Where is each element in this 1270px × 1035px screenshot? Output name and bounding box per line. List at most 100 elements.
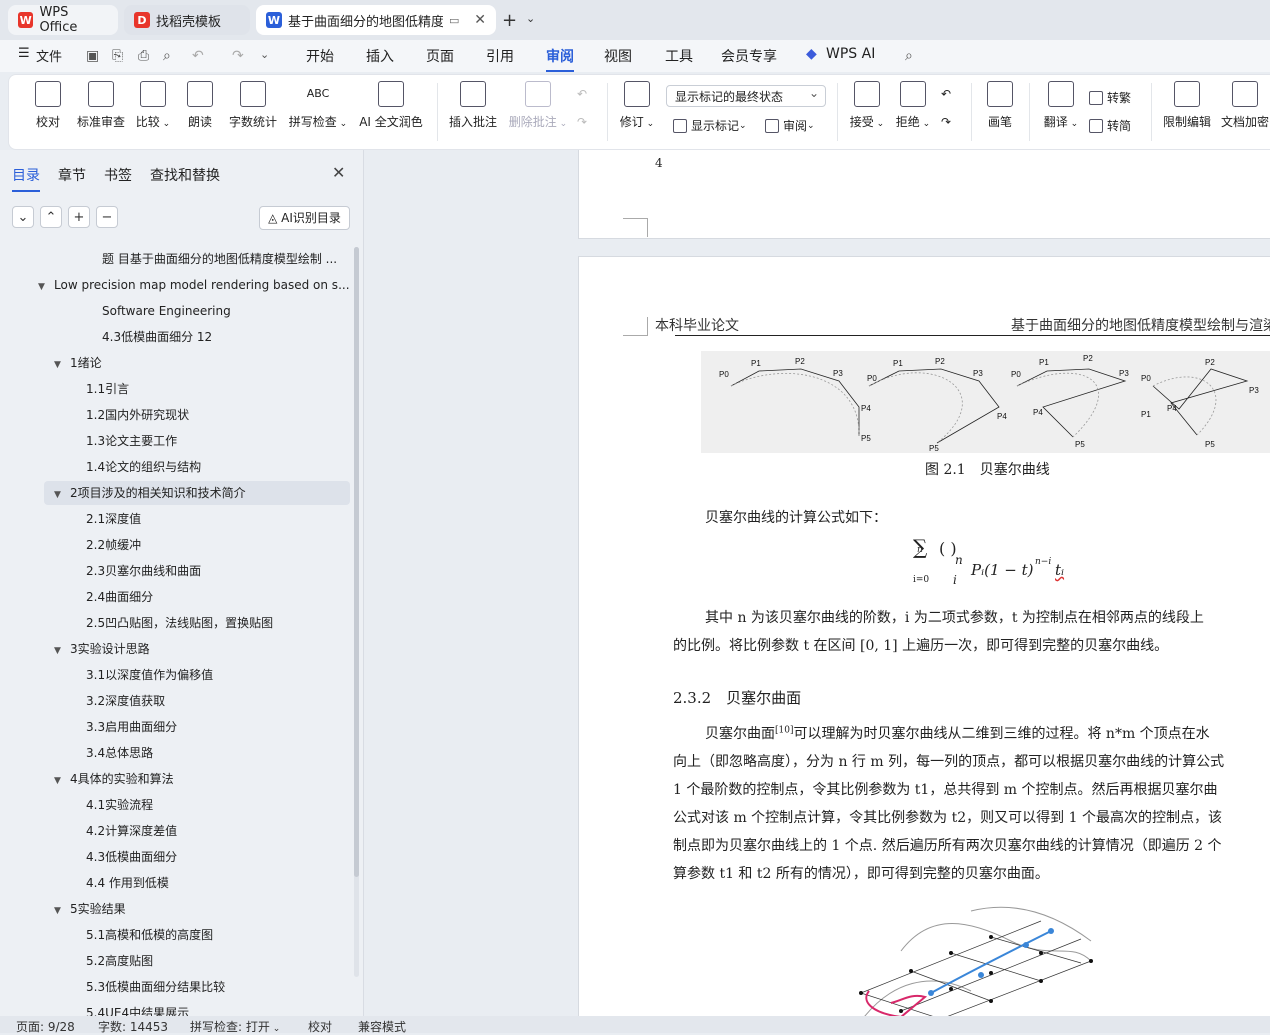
review-pane-button[interactable]: 审阅 ⌄ (765, 117, 815, 134)
translate-button[interactable]: 翻译 ⌄ (1041, 81, 1081, 130)
toc-item[interactable]: 5.3低模曲面细分结果比较 (86, 975, 350, 999)
toc-item[interactable]: Software Engineering (102, 299, 350, 323)
expand-arrow-icon[interactable]: ▼ (38, 275, 48, 297)
toc-item[interactable]: 1.4论文的组织与结构 (86, 455, 350, 479)
delete-comment-button[interactable]: 删除批注 ⌄ (507, 81, 569, 130)
markup-display-select[interactable]: 显示标记的最终状态 (666, 82, 826, 107)
toc-item[interactable]: ▼ 2项目涉及的相关知识和技术简介 (44, 481, 350, 505)
toc-item[interactable]: ▼ 4具体的实验和算法 (54, 767, 350, 791)
toc-item[interactable]: 1.2国内外研究现状 (86, 403, 350, 427)
reject-button[interactable]: 拒绝 ⌄ (893, 81, 933, 130)
status-page[interactable]: 页面: 9/28 (16, 1018, 75, 1035)
spell-check-button[interactable]: ABC 拼写检查 ⌄ (287, 81, 349, 130)
restrict-edit-button[interactable]: 限制编辑 (1161, 81, 1213, 130)
toc-item[interactable]: 2.4曲面细分 (86, 585, 350, 609)
toc-item[interactable]: 1.1引言 (86, 377, 350, 401)
menu-wps-ai[interactable]: WPS AI (826, 46, 875, 62)
toc-item[interactable]: 3.4总体思路 (86, 741, 350, 765)
print-preview-icon[interactable]: ⌕ (163, 48, 171, 64)
toc-item[interactable]: ▼ Low precision map model rendering based… (38, 273, 350, 297)
accept-button[interactable]: 接受 ⌄ (847, 81, 887, 130)
proofread-button[interactable]: 校对 (33, 81, 63, 130)
menu-start[interactable]: 开始 (306, 46, 334, 66)
status-spell-check[interactable]: 拼写检查: 打开 ⌄ (190, 1018, 280, 1035)
document-canvas[interactable]: 4 本科毕业论文 基于曲面细分的地图低精度模型绘制与渲染 P0 P1 P2 P3… (364, 150, 1270, 1016)
close-pane-icon[interactable]: ✕ (332, 163, 345, 182)
tab-chapters[interactable]: 章节 (58, 165, 86, 185)
expand-arrow-icon[interactable]: ▼ (54, 899, 64, 921)
show-markup-button[interactable]: 显示标记 ⌄ (673, 117, 747, 134)
toc-item[interactable]: 3.3启用曲面细分 (86, 715, 350, 739)
quick-access-dropdown-icon[interactable]: ⌄ (260, 48, 269, 61)
ai-polish-button[interactable]: AI 全文润色 (357, 81, 425, 130)
toc-item[interactable]: 3.1以深度值作为偏移值 (86, 663, 350, 687)
toc-scrollbar-thumb[interactable] (354, 247, 359, 877)
tab-document[interactable]: W 基于曲面细分的地图低精度模 ▭ ✕ (256, 5, 496, 35)
toc-item[interactable]: ▼ 5实验结果 (54, 897, 350, 921)
tab-bookmarks[interactable]: 书签 (104, 165, 132, 185)
toc-item[interactable]: 2.5凹凸贴图，法线贴图，置换贴图 (86, 611, 350, 635)
tab-wps-office[interactable]: W WPS Office (8, 5, 118, 35)
toc-item[interactable]: 5.1高模和低模的高度图 (86, 923, 350, 947)
hamburger-menu-icon[interactable]: ☰ (18, 46, 30, 61)
toc-item[interactable]: 2.2帧缓冲 (86, 533, 350, 557)
search-icon[interactable]: ⌕ (905, 48, 913, 64)
toc-item[interactable]: 4.4 作用到低模 (86, 871, 350, 895)
ai-toc-button[interactable]: ◬ AI识别目录 (259, 206, 350, 230)
status-word-count[interactable]: 字数: 14453 (98, 1018, 168, 1035)
expand-arrow-icon[interactable]: ▼ (54, 483, 64, 505)
word-count-button[interactable]: 字数统计 (227, 81, 279, 130)
pen-button[interactable]: 画笔 (985, 81, 1015, 130)
toc-item[interactable]: 2.1深度值 (86, 507, 350, 531)
menu-review[interactable]: 审阅 (546, 46, 574, 72)
toc-item[interactable]: 2.3贝塞尔曲线和曲面 (86, 559, 350, 583)
toc-item[interactable]: 4.3低模曲面细分 12 (102, 325, 350, 349)
to-traditional-button[interactable]: 转繁 (1089, 89, 1131, 106)
file-menu[interactable]: 文件 (36, 46, 62, 65)
previous-comment-icon[interactable]: ↶ (577, 87, 587, 101)
tab-template-store[interactable]: D 找稻壳模板 (124, 5, 250, 35)
toc-item[interactable]: ▼ 1绪论 (54, 351, 350, 375)
close-tab-icon[interactable]: ✕ (474, 12, 486, 28)
encrypt-button[interactable]: 文档加密 (1219, 81, 1270, 130)
document-page-current[interactable]: 本科毕业论文 基于曲面细分的地图低精度模型绘制与渲染 P0 P1 P2 P3 P… (578, 256, 1270, 1016)
to-simplified-button[interactable]: 转简 (1089, 117, 1131, 134)
menu-insert[interactable]: 插入 (366, 46, 394, 66)
toc-item[interactable]: 3.2深度值获取 (86, 689, 350, 713)
redo-icon[interactable]: ↷ (232, 48, 244, 64)
menu-reference[interactable]: 引用 (486, 46, 514, 66)
compare-button[interactable]: 比较 ⌄ (135, 81, 171, 130)
collapse-up-icon[interactable]: ⌃ (40, 206, 62, 228)
toc-item[interactable]: 5.4UE4中结果展示 (86, 1001, 350, 1016)
toc-item[interactable]: 4.2计算深度差值 (86, 819, 350, 843)
expand-arrow-icon[interactable]: ▼ (54, 353, 64, 375)
screen-cast-icon[interactable]: ▭ (449, 14, 459, 27)
toc-item[interactable]: 题 目基于曲面细分的地图低精度模型绘制 ... (102, 247, 350, 271)
tab-find-replace[interactable]: 查找和替换 (150, 165, 220, 185)
next-comment-icon[interactable]: ↷ (577, 115, 587, 129)
next-revision-icon[interactable]: ↷ (941, 115, 951, 129)
expand-down-icon[interactable]: ⌄ (12, 206, 34, 228)
tab-toc[interactable]: 目录 (12, 165, 40, 192)
toc-item[interactable]: 5.2高度贴图 (86, 949, 350, 973)
undo-icon[interactable]: ↶ (192, 48, 204, 64)
status-proofread[interactable]: 校对 (308, 1018, 332, 1035)
toc-item[interactable]: ▼ 3实验设计思路 (54, 637, 350, 661)
insert-comment-button[interactable]: 插入批注 (447, 81, 499, 130)
add-heading-icon[interactable]: + (68, 206, 90, 228)
standard-review-button[interactable]: 标准审查 (75, 81, 127, 130)
export-icon[interactable]: ⎘ (112, 48, 123, 64)
expand-arrow-icon[interactable]: ▼ (54, 769, 64, 791)
toc-item[interactable]: 4.3低模曲面细分 (86, 845, 350, 869)
save-icon[interactable]: ▣ (86, 48, 99, 64)
previous-revision-icon[interactable]: ↶ (941, 87, 951, 101)
toc-item[interactable]: 4.1实验流程 (86, 793, 350, 817)
new-tab-icon[interactable]: + (502, 10, 517, 31)
menu-member[interactable]: 会员专享 (721, 46, 777, 66)
menu-tools[interactable]: 工具 (665, 46, 693, 66)
revise-button[interactable]: 修订 ⌄ (617, 81, 657, 130)
print-icon[interactable]: ⎙ (138, 48, 149, 64)
toc-item[interactable]: 1.3论文主要工作 (86, 429, 350, 453)
citation-ref[interactable]: [10] (775, 725, 793, 735)
remove-heading-icon[interactable]: − (96, 206, 118, 228)
